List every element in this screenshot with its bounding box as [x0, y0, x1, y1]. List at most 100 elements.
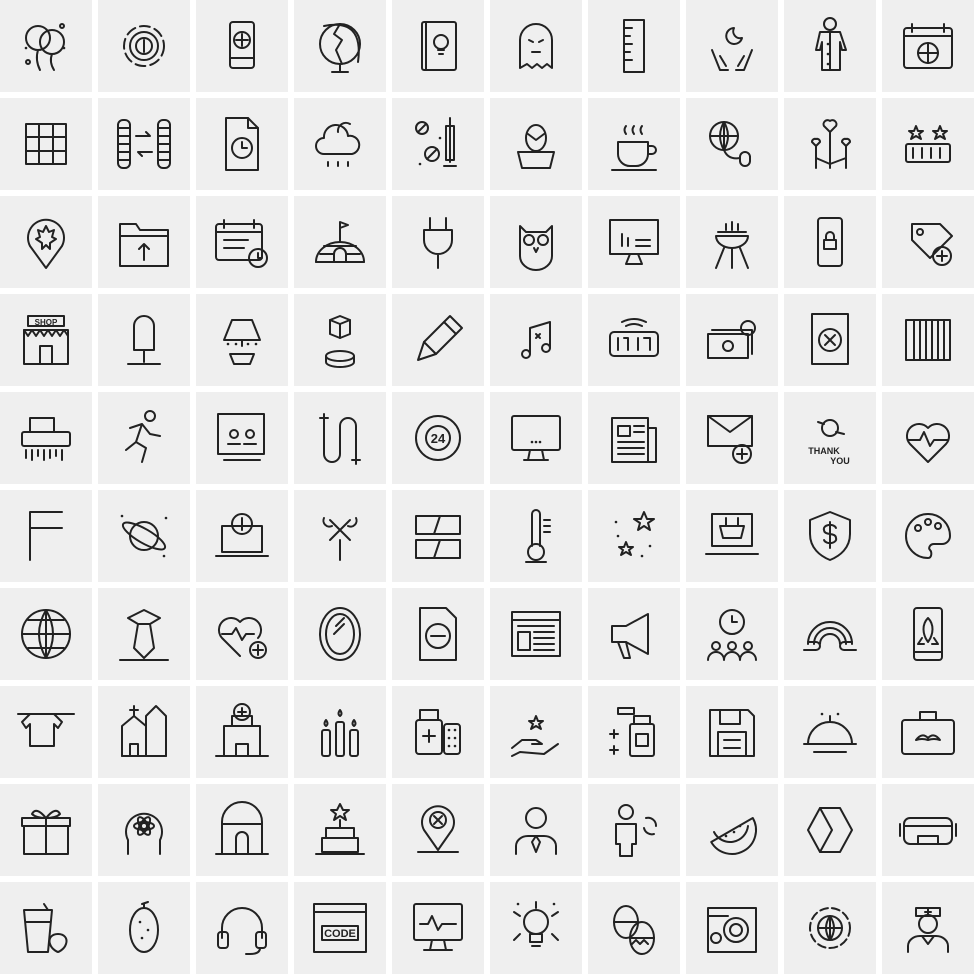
- briefcase-mustache-icon: [882, 686, 974, 778]
- clothes-line-shirt-icon: [0, 686, 92, 778]
- cloud-moon-rain-icon: [294, 98, 386, 190]
- icon-tile: [882, 98, 974, 190]
- grill-icon: [686, 196, 778, 288]
- icon-tile: [784, 196, 876, 288]
- icon-tile: [588, 392, 680, 484]
- icon-tile: [882, 294, 974, 386]
- head-atom-icon: [98, 784, 190, 876]
- hexagon-cube-icon: [784, 784, 876, 876]
- food-tray-icon: [784, 712, 876, 778]
- icon-tile: [392, 686, 484, 778]
- shredder-icon: [0, 392, 92, 484]
- icon-tile: [490, 784, 582, 876]
- icon-tile: [588, 196, 680, 288]
- icon-tile: [294, 490, 386, 582]
- balloons-icon: [24, 0, 66, 92]
- icon-tile: [392, 784, 484, 876]
- maple-leaf-pin-icon: [0, 196, 92, 288]
- nurse-icon: [882, 882, 974, 974]
- video-conference-icon: [196, 392, 288, 484]
- icon-tile: [490, 98, 582, 190]
- running-man-icon: [98, 392, 190, 484]
- digital-clock-icon: [588, 294, 680, 386]
- mobile-lock-icon: [784, 196, 876, 288]
- icon-tile: [196, 784, 288, 876]
- icon-tile: [196, 588, 288, 680]
- cake-star-icon: [294, 784, 386, 876]
- icon-tile: [490, 686, 582, 778]
- icon-tile: [294, 98, 386, 190]
- icon-tile: [490, 392, 582, 484]
- coffee-cup-icon: [588, 98, 680, 190]
- icon-tile: [490, 294, 582, 386]
- church-icon: [98, 686, 190, 778]
- mobile-rocket-icon: [882, 588, 974, 680]
- box-hologram-icon: [294, 294, 386, 386]
- web-layout-icon: [490, 588, 582, 680]
- icon-tile: [784, 0, 876, 92]
- globe-icon: [0, 588, 92, 680]
- dollar-target-icon: [98, 0, 190, 92]
- heart-balloons-icon: [784, 98, 876, 190]
- panels-icon: [392, 490, 484, 582]
- icon-tile: [686, 588, 778, 680]
- icon-tile: [784, 882, 876, 974]
- icon-tile: [98, 784, 190, 876]
- icon-label: SHOP: [35, 318, 58, 327]
- lamp-icon: [196, 294, 288, 386]
- businessman-icon: [490, 784, 582, 876]
- icon-tile: [196, 392, 288, 484]
- icon-tile: [588, 294, 680, 386]
- icon-tile: [392, 0, 484, 92]
- monitor-chart-icon: [588, 196, 680, 288]
- globe-broken-icon: [294, 0, 386, 92]
- juice-strawberry-icon: [0, 882, 92, 974]
- icon-tile: [686, 392, 778, 484]
- icon-tile: [196, 490, 288, 582]
- icon-tile: [196, 294, 288, 386]
- tube-icon: [294, 392, 386, 484]
- icon-tile: [0, 882, 92, 974]
- medicine-bottle-icon: [588, 686, 680, 778]
- icon-tile: [784, 686, 876, 778]
- icon-tile: [392, 294, 484, 386]
- candles-icon: [294, 686, 386, 778]
- icon-tile: [294, 294, 386, 386]
- icon-tile: [784, 294, 876, 386]
- lemon-icon: [98, 882, 190, 974]
- icon-tile: [882, 392, 974, 484]
- money-exchange-icon: [686, 294, 778, 386]
- icon-tile: [882, 686, 974, 778]
- icon-tile: [686, 490, 778, 582]
- watermelon-icon: [686, 784, 778, 876]
- icon-tile: [784, 490, 876, 582]
- globe-mouse-icon: [686, 98, 778, 190]
- newspaper-icon: [588, 392, 680, 484]
- marker-pen-icon: [392, 294, 484, 386]
- calendar-clock-icon: [196, 196, 288, 288]
- icon-tile: [882, 490, 974, 582]
- palette-icon: [882, 490, 974, 582]
- mirror-icon: [294, 588, 386, 680]
- icon-tile: [882, 784, 974, 876]
- icon-tile: [0, 196, 92, 288]
- owl-icon: [490, 196, 582, 288]
- file-close-icon: [784, 294, 876, 386]
- ghost-icon: [490, 0, 582, 92]
- book-idea-icon: [392, 0, 484, 92]
- icon-label: 24: [431, 431, 446, 446]
- icon-tile: CODE: [294, 882, 386, 974]
- icon-label: THANK: [808, 446, 840, 456]
- headphones-icon: [196, 882, 288, 974]
- flag-icon: [0, 490, 92, 582]
- vr-headset-icon: [882, 784, 974, 876]
- hands-moon-icon: [686, 0, 778, 92]
- ruler-icon: [588, 0, 680, 92]
- icon-tile: [98, 294, 190, 386]
- icon-tile: [882, 0, 974, 92]
- icon-tile: [0, 98, 92, 190]
- tie-icon: [98, 588, 190, 680]
- popsicle-icon: [98, 294, 190, 386]
- medicine-icon: [392, 686, 484, 778]
- planet-icon: [120, 514, 168, 558]
